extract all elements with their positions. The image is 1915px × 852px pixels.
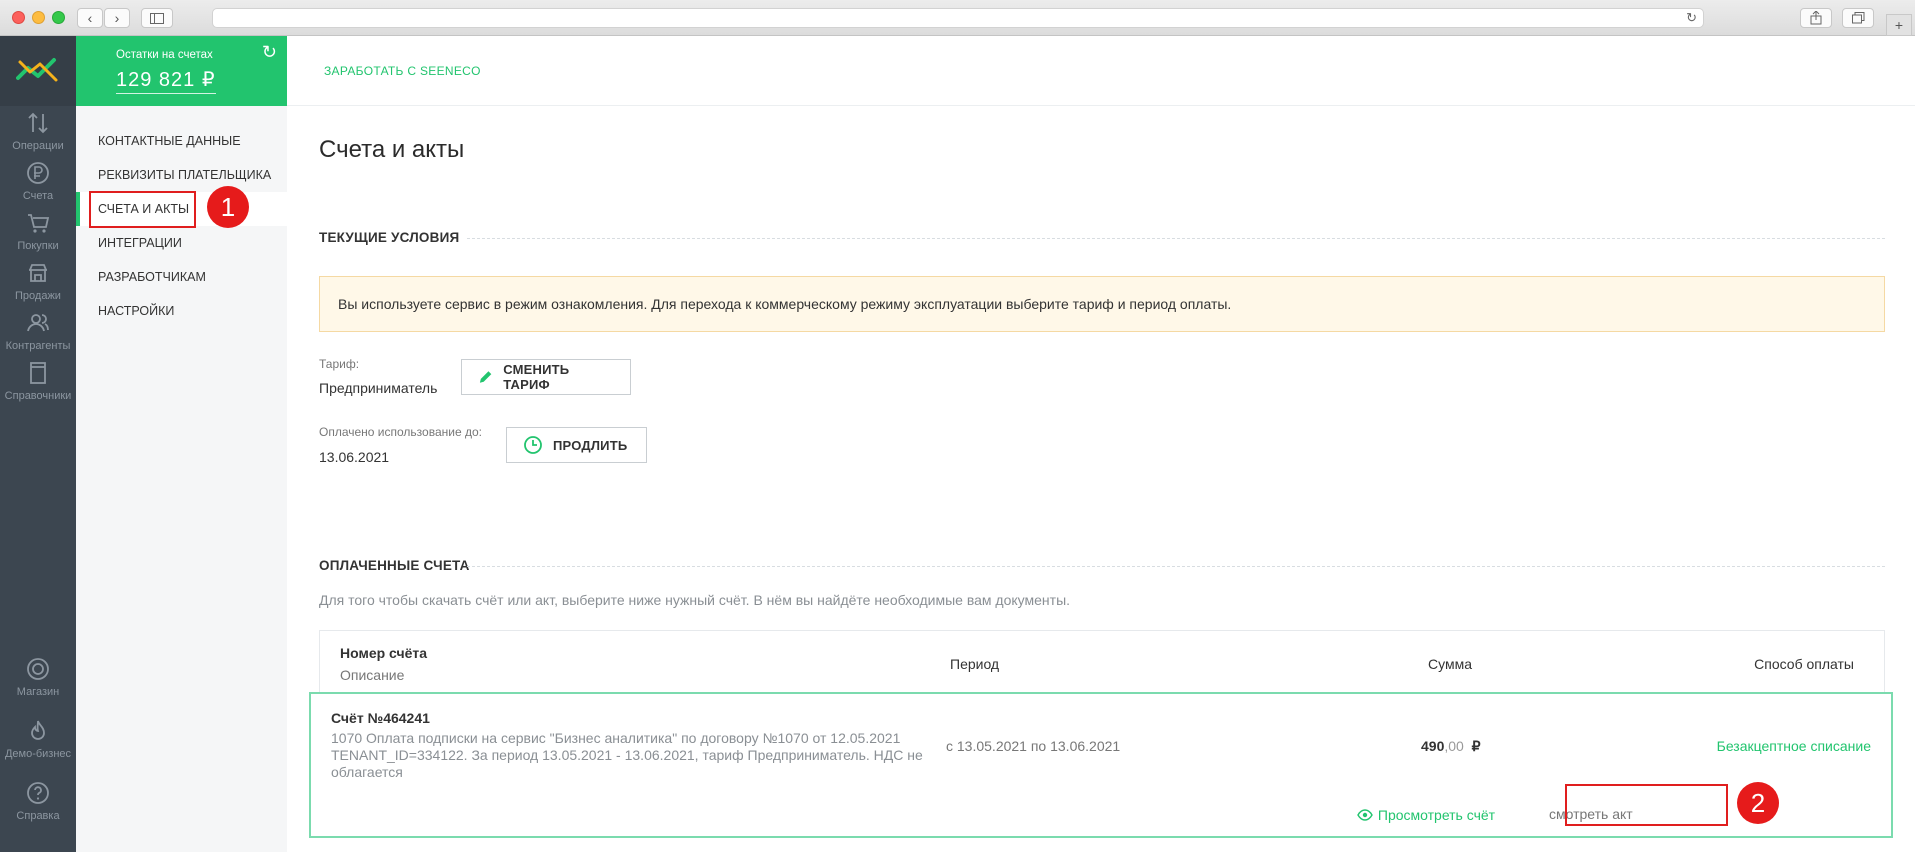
submenu-item-payer-details[interactable]: РЕКВИЗИТЫ ПЛАТЕЛЬЩИКА bbox=[76, 158, 287, 192]
section-divider bbox=[467, 238, 1885, 239]
contacts-icon bbox=[27, 314, 49, 332]
main-content: Счета и акты ТЕКУЩИЕ УСЛОВИЯ Вы использу… bbox=[287, 106, 1915, 852]
invoice-sum: 490,00 ₽ bbox=[1421, 738, 1481, 755]
tariff-value: Предприниматель bbox=[319, 380, 438, 396]
tariff-label: Тариф: bbox=[319, 357, 360, 371]
address-bar[interactable]: ↻ bbox=[212, 8, 1704, 28]
cart-icon bbox=[28, 214, 50, 233]
invoice-description: 1070 Оплата подписки на сервис "Бизнес а… bbox=[331, 730, 923, 780]
change-tariff-button[interactable]: СМЕНИТЬ ТАРИФ bbox=[461, 359, 631, 395]
top-bar: ЗАРАБОТАТЬ С SEENECO bbox=[287, 36, 1915, 106]
change-tariff-label: СМЕНИТЬ ТАРИФ bbox=[503, 362, 570, 392]
paid-until-value: 13.06.2021 bbox=[319, 449, 390, 465]
maximize-window-button[interactable] bbox=[52, 11, 65, 24]
shop-icon bbox=[29, 264, 47, 282]
forward-button[interactable]: › bbox=[104, 8, 130, 28]
sidebar-toggle-icon bbox=[150, 12, 164, 24]
reload-icon[interactable]: ↻ bbox=[1686, 10, 1697, 26]
refresh-icon[interactable]: ↻ bbox=[262, 42, 277, 63]
submenu-item-developers[interactable]: РАЗРАБОТЧИКАМ bbox=[76, 260, 287, 294]
paid-invoices-heading: ОПЛАЧЕННЫЕ СЧЕТА bbox=[319, 558, 470, 573]
column-payment-method: Способ оплаты bbox=[1754, 656, 1854, 672]
pencil-icon bbox=[479, 371, 492, 383]
invoice-sum-kopecks: ,00 bbox=[1444, 738, 1464, 754]
step-marker-1: 1 bbox=[207, 186, 249, 228]
chevron-left-icon: ‹ bbox=[87, 10, 93, 26]
tabs-overview-button[interactable] bbox=[1842, 8, 1874, 28]
book-icon bbox=[30, 362, 46, 384]
arrows-up-down-icon bbox=[28, 112, 48, 134]
back-button[interactable]: ‹ bbox=[77, 8, 103, 28]
rail-item-store[interactable]: Магазин bbox=[0, 656, 76, 714]
flame-icon bbox=[31, 720, 45, 740]
currency-sign: ₽ bbox=[1471, 738, 1481, 754]
balance-label: Остатки на счетах bbox=[116, 49, 213, 61]
paid-until-label: Оплачено использование до: bbox=[319, 425, 482, 439]
payment-method-link[interactable]: Безакцептное списание bbox=[1717, 738, 1871, 754]
submenu-item-contacts[interactable]: КОНТАКТНЫЕ ДАННЫЕ bbox=[76, 124, 287, 158]
column-sum: Сумма bbox=[1428, 656, 1472, 672]
highlight-box-view-invoice bbox=[1565, 784, 1728, 826]
submenu-item-integrations[interactable]: ИНТЕГРАЦИИ bbox=[76, 226, 287, 260]
new-tab-button[interactable]: + bbox=[1886, 14, 1912, 36]
invoice-sum-main: 490 bbox=[1421, 738, 1445, 754]
close-window-button[interactable] bbox=[12, 11, 25, 24]
view-invoice-label: Просмотреть счёт bbox=[1377, 807, 1496, 823]
column-description: Описание bbox=[340, 667, 405, 683]
sidebar-toggle-button[interactable] bbox=[141, 8, 173, 28]
rail-item-help[interactable]: Справка bbox=[0, 780, 76, 838]
store-icon bbox=[27, 658, 49, 680]
app-logo[interactable] bbox=[0, 36, 76, 106]
invoice-period: с 13.05.2021 по 13.06.2021 bbox=[946, 738, 1121, 754]
ruble-circle-icon bbox=[27, 162, 49, 184]
tabs-icon bbox=[1851, 12, 1864, 24]
rail-item-demo-business[interactable]: Демо-бизнес bbox=[0, 718, 76, 776]
step-marker-2: 2 bbox=[1737, 782, 1779, 824]
chevron-right-icon: › bbox=[114, 10, 120, 26]
submenu-item-settings[interactable]: НАСТРОЙКИ bbox=[76, 294, 287, 328]
column-number: Номер счёта bbox=[340, 645, 428, 661]
section-divider bbox=[467, 566, 1885, 567]
share-icon bbox=[1810, 11, 1822, 25]
rail-item-references[interactable]: Справочники bbox=[0, 360, 76, 418]
view-invoice-button[interactable]: Просмотреть счёт bbox=[1345, 794, 1507, 836]
main-navigation-rail: Операции Счета Покупки Продажи Контраген… bbox=[0, 36, 76, 852]
browser-toolbar: ‹ › ↻ + bbox=[0, 0, 1915, 36]
logo-chart-icon bbox=[16, 58, 58, 82]
clock-icon bbox=[524, 436, 542, 454]
invoices-table-header: Номер счёта Описание Период Сумма Способ… bbox=[319, 630, 1885, 692]
trial-notice: Вы используете сервис в режим ознакомлен… bbox=[319, 276, 1885, 332]
extend-label: ПРОДЛИТЬ bbox=[553, 437, 628, 453]
minimize-window-button[interactable] bbox=[32, 11, 45, 24]
plus-icon: + bbox=[1894, 17, 1904, 33]
paid-invoices-hint: Для того чтобы скачать счёт или акт, выб… bbox=[319, 592, 1071, 608]
help-icon bbox=[27, 782, 49, 804]
balance-value: 129 821 ₽ bbox=[116, 67, 216, 94]
share-button[interactable] bbox=[1800, 8, 1832, 28]
invoice-number: Счёт №464241 bbox=[331, 710, 430, 726]
eye-icon bbox=[1357, 809, 1373, 821]
current-terms-heading: ТЕКУЩИЕ УСЛОВИЯ bbox=[319, 230, 460, 245]
extend-button[interactable]: ПРОДЛИТЬ bbox=[506, 427, 647, 463]
balance-panel[interactable]: Остатки на счетах 129 821 ₽ ↻ bbox=[76, 36, 287, 106]
page-title: Счета и акты bbox=[319, 136, 465, 163]
earn-with-seeneco-link[interactable]: ЗАРАБОТАТЬ С SEENECO bbox=[324, 64, 481, 78]
column-period: Период bbox=[950, 656, 1000, 672]
highlight-box-invoices-menu bbox=[89, 191, 196, 228]
